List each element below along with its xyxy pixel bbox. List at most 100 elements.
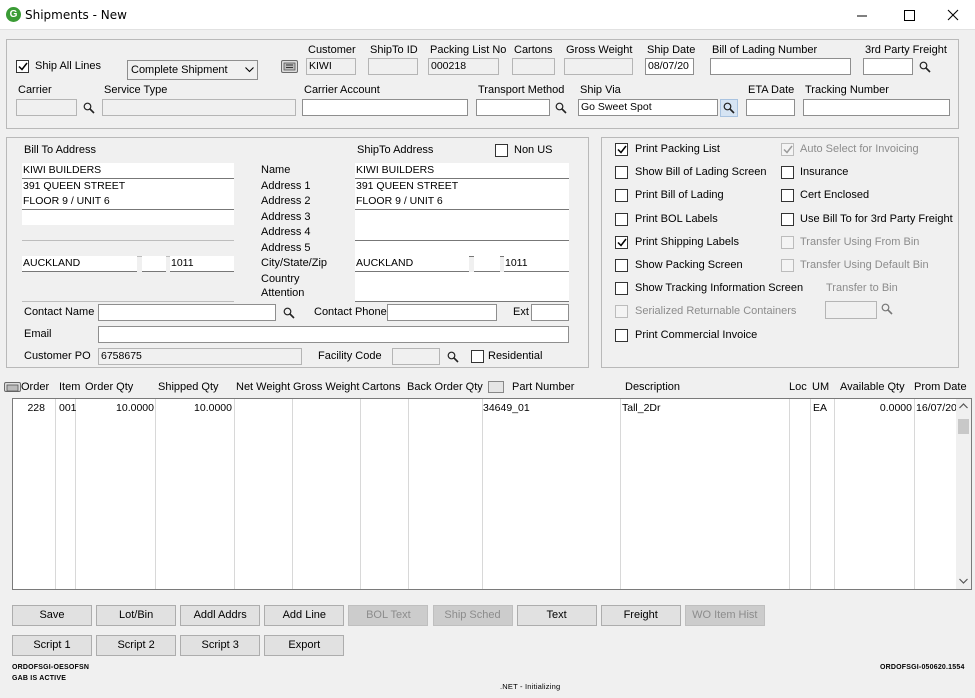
transfer-using-from-bin-checkbox[interactable] <box>781 235 794 249</box>
show-packing-screen-checkbox[interactable] <box>615 259 628 272</box>
transport-method-field[interactable] <box>476 99 550 116</box>
grid-card-button[interactable] <box>4 382 21 392</box>
col-header-cartons[interactable]: Cartons <box>362 381 401 393</box>
wo-item-hist-button[interactable]: WO Item Hist <box>684 605 765 626</box>
print-packing-list-checkbox[interactable] <box>615 143 628 156</box>
ship-to-address3-field[interactable] <box>355 210 569 226</box>
show-tracking-information-screen-checkbox[interactable] <box>615 282 628 296</box>
bill-to-state-field[interactable] <box>142 256 166 272</box>
row-shipped-qty-cell[interactable]: 10.0000 <box>156 402 232 414</box>
ship-to-name-field[interactable]: KIWI BUILDERS <box>355 163 569 179</box>
bill-to-address3-field[interactable] <box>22 210 234 226</box>
ship-to-address5-field[interactable] <box>355 241 569 257</box>
search-icon[interactable] <box>919 61 931 73</box>
use-bill-to-for-3rd-party-freight-checkbox[interactable] <box>781 212 794 226</box>
print-shipping-labels-checkbox[interactable] <box>615 235 628 249</box>
ship-via-lookup-button[interactable] <box>720 99 738 117</box>
addl-addrs-button[interactable]: Addl Addrs <box>180 605 261 626</box>
shipto-id-field[interactable] <box>368 58 418 75</box>
ship-to-address1-field[interactable]: 391 QUEEN STREET <box>355 179 569 195</box>
bill-to-name-field[interactable]: KIWI BUILDERS <box>22 163 234 179</box>
bill-to-address4-field[interactable] <box>22 225 234 241</box>
script-3-button[interactable]: Script 3 <box>180 635 261 656</box>
print-bol-labels-checkbox[interactable] <box>615 212 628 226</box>
add-line-button[interactable]: Add Line <box>264 605 345 626</box>
script-1-button[interactable]: Script 1 <box>12 635 92 656</box>
bill-to-zip-field[interactable]: 1011 <box>170 256 234 272</box>
ship-to-address4-field[interactable] <box>355 225 569 241</box>
col-header-um[interactable]: UM <box>812 381 829 393</box>
maximize-button[interactable] <box>886 0 932 30</box>
tracking-number-field[interactable] <box>803 99 950 116</box>
search-icon[interactable] <box>881 303 893 315</box>
search-icon[interactable] <box>283 307 295 319</box>
customer-lookup-card-button[interactable] <box>281 60 298 73</box>
service-type-field[interactable] <box>102 99 296 116</box>
col-header-net-weight[interactable]: Net Weight <box>236 381 290 393</box>
freight-button[interactable]: Freight <box>600 605 681 626</box>
gross-weight-field[interactable] <box>564 58 633 75</box>
bill-to-attention-field[interactable] <box>22 286 234 302</box>
shipment-lines-grid[interactable]: 228 001 10.0000 10.0000 34649_01 Tall_2D… <box>12 398 972 590</box>
col-header-shipped-qty[interactable]: Shipped Qty <box>158 381 219 393</box>
vertical-scrollbar[interactable] <box>956 399 971 589</box>
part-number-column-button[interactable] <box>488 381 504 393</box>
text-button[interactable]: Text <box>516 605 597 626</box>
row-um-cell[interactable]: EA <box>813 402 827 414</box>
col-header-available-qty[interactable]: Available Qty <box>840 381 905 393</box>
close-button[interactable] <box>930 0 975 30</box>
minimize-button[interactable] <box>839 0 885 30</box>
row-order-qty-cell[interactable]: 10.0000 <box>77 402 154 414</box>
col-header-prom-date[interactable]: Prom Date <box>914 381 967 393</box>
carrier-field[interactable] <box>16 99 77 116</box>
search-icon[interactable] <box>555 102 567 114</box>
row-prom-date-cell[interactable]: 16/07/20 <box>916 402 957 414</box>
eta-date-field[interactable] <box>746 99 795 116</box>
contact-name-field[interactable] <box>98 304 276 321</box>
email-field[interactable] <box>98 326 569 343</box>
scrollbar-thumb[interactable] <box>958 419 969 434</box>
ship-sched-button[interactable]: Ship Sched <box>432 605 513 626</box>
contact-phone-field[interactable] <box>387 304 497 321</box>
save-button[interactable]: Save <box>12 605 92 626</box>
script-2-button[interactable]: Script 2 <box>96 635 177 656</box>
insurance-checkbox[interactable] <box>781 166 794 180</box>
customer-field[interactable]: KIWI <box>306 58 356 75</box>
auto-select-for-invoicing-checkbox[interactable] <box>781 143 794 156</box>
serialized-returnable-containers-checkbox[interactable] <box>615 305 628 319</box>
transfer-to-bin-field[interactable] <box>825 301 877 319</box>
show-bill-of-lading-screen-checkbox[interactable] <box>615 166 628 180</box>
non-us-checkbox[interactable] <box>495 144 508 157</box>
search-icon[interactable] <box>83 102 95 114</box>
residential-checkbox[interactable] <box>471 350 484 363</box>
bill-to-address5-field[interactable] <box>22 241 234 257</box>
col-header-order[interactable]: Order <box>21 381 49 393</box>
bol-number-field[interactable] <box>710 58 851 75</box>
third-party-freight-field[interactable] <box>863 58 913 75</box>
print-commercial-invoice-checkbox[interactable] <box>615 328 628 342</box>
ship-to-address2-field[interactable]: FLOOR 9 / UNIT 6 <box>355 194 569 210</box>
col-header-order-qty[interactable]: Order Qty <box>85 381 133 393</box>
col-header-gross-weight[interactable]: Gross Weight <box>293 381 359 393</box>
ship-to-zip-field[interactable]: 1011 <box>504 256 569 272</box>
col-header-loc[interactable]: Loc <box>789 381 807 393</box>
shipment-type-select[interactable]: Complete Shipment <box>127 60 258 80</box>
col-header-part-number[interactable]: Part Number <box>512 381 574 393</box>
export-button[interactable]: Export <box>264 635 345 656</box>
col-header-back-order-qty[interactable]: Back Order Qty <box>407 381 483 393</box>
bill-to-city-field[interactable]: AUCKLAND <box>22 256 137 272</box>
ship-to-attention-field[interactable] <box>355 286 569 302</box>
lot-bin-button[interactable]: Lot/Bin <box>96 605 177 626</box>
bol-text-button[interactable]: BOL Text <box>348 605 429 626</box>
col-header-item[interactable]: Item <box>59 381 80 393</box>
search-icon[interactable] <box>447 351 459 363</box>
ship-date-field[interactable]: 08/07/20 <box>645 58 694 75</box>
row-description-cell[interactable]: Tall_2Dr <box>622 402 661 414</box>
customer-po-field[interactable]: 6758675 <box>98 348 302 365</box>
row-item-cell[interactable]: 001 <box>59 402 77 414</box>
bill-to-address2-field[interactable]: FLOOR 9 / UNIT 6 <box>22 194 234 210</box>
ship-to-city-field[interactable]: AUCKLAND <box>355 256 469 272</box>
col-header-description[interactable]: Description <box>625 381 680 393</box>
bill-to-address1-field[interactable]: 391 QUEEN STREET <box>22 179 234 195</box>
print-bill-of-lading-checkbox[interactable] <box>615 189 628 203</box>
